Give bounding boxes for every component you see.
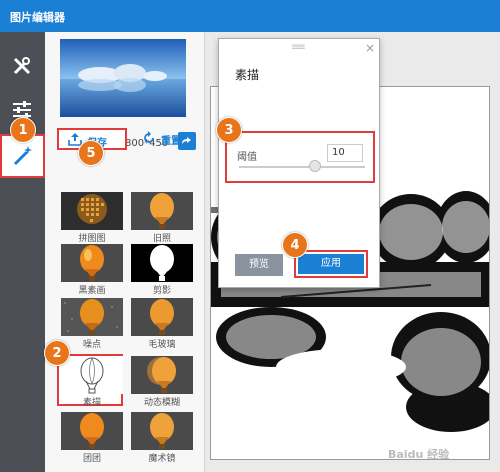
step-badge-5: 5	[78, 140, 104, 166]
effect-thumbnail	[131, 412, 193, 450]
drag-handle[interactable]: ≡≡	[291, 42, 306, 53]
effect-item-old-photo[interactable]: 旧照	[129, 192, 195, 244]
effect-label: 魔术镜	[148, 454, 176, 464]
left-toolbar	[0, 32, 45, 472]
effect-item-silhouette[interactable]: 剪影	[129, 244, 195, 296]
dialog-title: 素描	[235, 68, 260, 82]
watermark: Baidu 经验	[388, 448, 450, 461]
effect-thumbnail	[61, 412, 123, 450]
tools-icon	[13, 57, 31, 75]
close-icon[interactable]: ×	[365, 41, 375, 55]
reset-label: 重置	[161, 136, 181, 147]
effect-thumbnail	[131, 356, 193, 394]
toolbar-tools-button[interactable]	[0, 44, 45, 88]
effect-thumbnail	[131, 244, 193, 282]
step-badge-4: 4	[282, 232, 308, 258]
effect-label: 动态模糊	[143, 398, 180, 408]
reset-button[interactable]: 重置	[133, 128, 193, 150]
threshold-control: 阈值 10	[225, 131, 375, 183]
effect-item-noise[interactable]: 噪点	[59, 298, 125, 350]
threshold-slider[interactable]	[239, 166, 365, 168]
effect-label: 素描	[82, 398, 101, 408]
effect-label: 毛玻璃	[148, 340, 176, 350]
threshold-label: 阈值	[237, 152, 257, 163]
image-thumbnail	[60, 39, 186, 117]
effect-label: 团团	[82, 454, 101, 464]
magic-wand-icon	[13, 146, 32, 166]
apply-button[interactable]: 应用	[294, 250, 368, 278]
step-badge-1: 1	[10, 117, 36, 143]
effect-thumbnail	[61, 244, 123, 282]
step-badge-2: 2	[44, 340, 70, 366]
threshold-slider-thumb[interactable]	[308, 160, 321, 172]
apply-label: 应用	[298, 254, 364, 274]
effect-label: 拼图图	[78, 234, 106, 244]
effect-thumbnail	[61, 298, 123, 336]
effect-item-magic-mirror[interactable]: 魔术镜	[129, 412, 195, 464]
effect-thumbnail	[131, 192, 193, 230]
step-badge-3: 3	[216, 117, 242, 143]
effect-item-puzzle[interactable]: 拼图图	[59, 192, 125, 244]
effect-item-motion-blur[interactable]: 动态模糊	[129, 356, 195, 408]
effect-label: 旧照	[152, 234, 171, 244]
title-bar: 图片编辑器	[0, 0, 500, 32]
effect-item-cluster[interactable]: 团团	[59, 412, 125, 464]
effect-thumbnail	[61, 356, 123, 394]
effect-label: 剪影	[152, 286, 171, 296]
app-title: 图片编辑器	[10, 11, 65, 24]
effect-item-charcoal[interactable]: 黑素画	[59, 244, 125, 296]
effect-thumbnail	[131, 298, 193, 336]
preview-button[interactable]: 预览	[235, 254, 283, 276]
refresh-icon	[144, 131, 154, 143]
threshold-input[interactable]: 10	[327, 144, 363, 162]
effect-item-frosted-glass[interactable]: 毛玻璃	[129, 298, 195, 350]
effect-item-sketch[interactable]: 素描	[57, 354, 123, 408]
effect-thumbnail	[61, 192, 123, 230]
effect-label: 黑素画	[78, 286, 106, 296]
